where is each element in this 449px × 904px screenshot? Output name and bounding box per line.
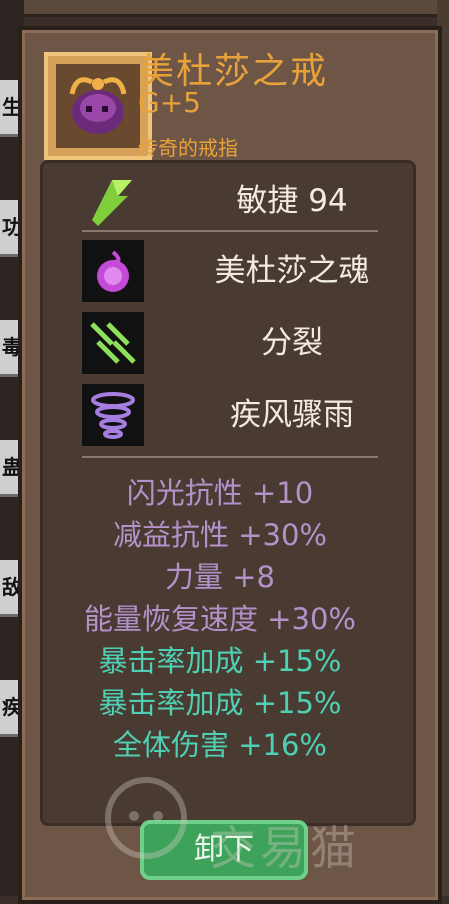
stat-line: 暴击率加成 +15% <box>98 686 342 720</box>
stat-line: 能量恢复速度 +30% <box>84 602 356 636</box>
divider <box>82 456 378 458</box>
medusa-soul-icon <box>82 240 144 302</box>
stat-line: 暴击率加成 +15% <box>98 644 342 678</box>
ability-label: 美杜莎之魂 <box>214 253 370 289</box>
attribute-label: 敏捷 94 <box>236 183 348 219</box>
stat-line: 减益抗性 +30% <box>113 518 327 552</box>
ability-label: 疾风骤雨 <box>230 397 354 433</box>
watermark-text: 交易猫 <box>210 821 360 875</box>
stat-line: 闪光抗性 +10 <box>126 476 314 510</box>
split-icon <box>82 312 144 374</box>
storm-icon <box>82 384 144 446</box>
item-level: G+5 <box>138 86 201 119</box>
stat-line: 力量 +8 <box>165 560 275 594</box>
item-rarity: 传奇的戒指 <box>138 136 238 160</box>
stat-line: 全体伤害 +16% <box>113 728 327 762</box>
top-bar <box>0 0 449 17</box>
medusa-ring-icon <box>44 52 152 160</box>
item-detail-panel: 美杜莎之戒 G+5 传奇的戒指 敏捷 94 美杜莎之魂 分裂 疾风骤雨 闪光抗性… <box>18 26 442 904</box>
agility-icon <box>82 170 144 232</box>
ability-label: 分裂 <box>261 325 323 361</box>
divider <box>82 230 378 232</box>
